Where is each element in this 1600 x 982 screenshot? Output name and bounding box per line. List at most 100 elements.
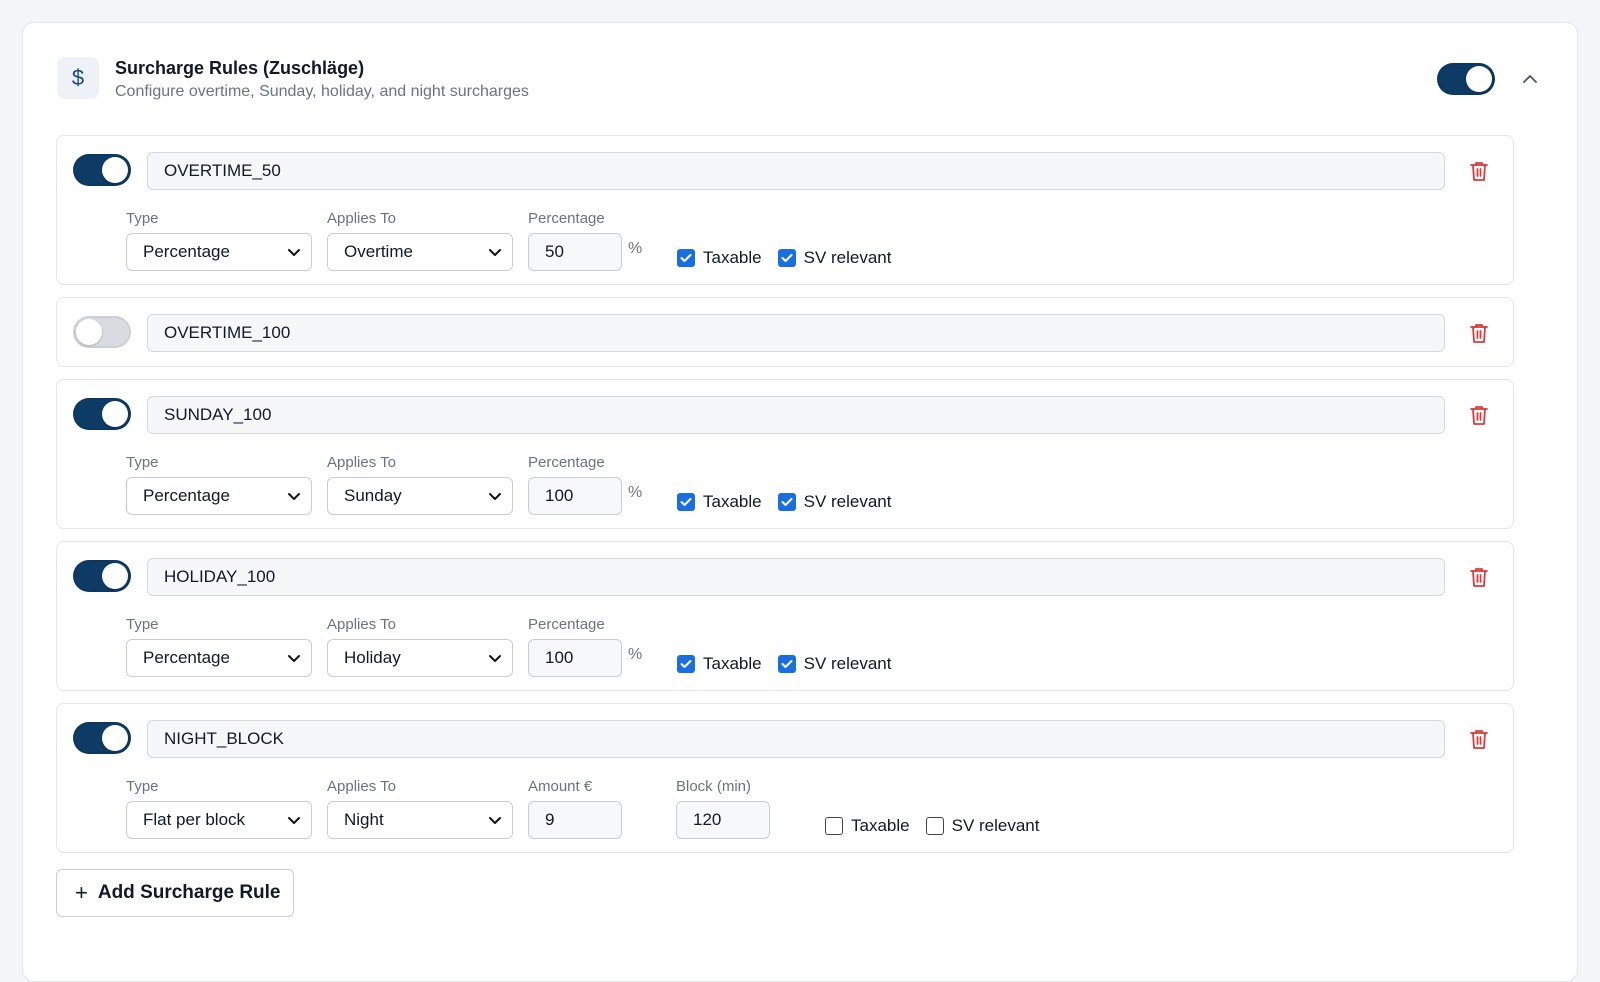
checkbox-box [925, 817, 944, 835]
trash-icon[interactable] [1469, 322, 1489, 344]
chevron-down-icon [287, 810, 301, 830]
rule-enabled-toggle[interactable] [73, 154, 131, 186]
checkbox-check-icon [777, 655, 796, 673]
toggle-knob [76, 319, 102, 345]
sv-relevant-checkbox[interactable]: SV relevant [925, 816, 1040, 836]
type-select[interactable]: Flat per block [126, 801, 312, 839]
percent-sign: % [628, 240, 643, 257]
chevron-up-icon[interactable] [1517, 66, 1543, 92]
plus-icon: + [75, 880, 88, 905]
sv-relevant-checkbox[interactable]: SV relevant [777, 492, 892, 512]
rule-name-input[interactable]: SUNDAY_100 [147, 396, 1445, 434]
toggle-knob [102, 725, 128, 751]
applies-to-label: Applies To [327, 778, 396, 795]
taxable-label: Taxable [851, 816, 910, 835]
taxable-checkbox[interactable]: Taxable [677, 654, 762, 674]
percentage-input[interactable]: 50 [528, 233, 622, 271]
applies-to-field: Applies To Night [327, 778, 513, 839]
block-label: Block (min) [676, 778, 752, 795]
chevron-down-icon [488, 648, 502, 668]
taxable-checkbox[interactable]: Taxable [677, 248, 762, 268]
rule-enabled-toggle[interactable] [73, 722, 131, 754]
type-field: Type Percentage [126, 616, 312, 677]
chevron-down-icon [488, 810, 502, 830]
sv-relevant-checkbox[interactable]: SV relevant [777, 248, 892, 268]
applies-to-select-value: Holiday [344, 648, 401, 667]
trash-icon[interactable] [1469, 160, 1489, 182]
percentage-field: Percentage 100 [528, 616, 622, 677]
sv-relevant-label: SV relevant [803, 248, 892, 267]
type-field: Type Percentage [126, 454, 312, 515]
block-input[interactable]: 120 [676, 801, 770, 839]
percentage-field: Percentage 50 [528, 210, 622, 271]
trash-icon[interactable] [1469, 404, 1489, 426]
flags-group: Taxable SV relevant [677, 492, 908, 512]
taxable-checkbox[interactable]: Taxable [677, 492, 762, 512]
surcharges-enabled-toggle[interactable] [1437, 63, 1495, 95]
rule-enabled-toggle[interactable] [73, 560, 131, 592]
amount-label: Amount € [528, 778, 593, 795]
amount-input[interactable]: 9 [528, 801, 622, 839]
trash-icon[interactable] [1469, 728, 1489, 750]
rule-name-input[interactable]: HOLIDAY_100 [147, 558, 1445, 596]
percentage-label: Percentage [528, 210, 605, 227]
percentage-label: Percentage [528, 454, 605, 471]
toggle-knob [102, 401, 128, 427]
add-button-label: Add Surcharge Rule [97, 882, 281, 903]
percentage-input[interactable]: 100 [528, 639, 622, 677]
sv-relevant-checkbox[interactable]: SV relevant [777, 654, 892, 674]
rule-night-block: NIGHT_BLOCK Type Flat per block Applies … [56, 703, 1514, 853]
percentage-label: Percentage [528, 616, 605, 633]
sv-relevant-label: SV relevant [951, 816, 1040, 835]
toggle-knob [1466, 66, 1492, 92]
flags-group: Taxable SV relevant [825, 816, 1056, 836]
percent-sign: % [628, 646, 643, 663]
flags-group: Taxable SV relevant [677, 654, 908, 674]
type-label: Type [126, 616, 159, 633]
rule-enabled-toggle[interactable] [73, 398, 131, 430]
applies-to-select[interactable]: Overtime [327, 233, 513, 271]
rule-name-input[interactable]: NIGHT_BLOCK [147, 720, 1445, 758]
trash-icon[interactable] [1469, 566, 1489, 588]
percentage-field: Percentage 100 [528, 454, 622, 515]
taxable-checkbox[interactable]: Taxable [825, 816, 910, 836]
rule-holiday-100: HOLIDAY_100 Type Percentage Applies To H… [56, 541, 1514, 691]
rule-name-input[interactable]: OVERTIME_100 [147, 314, 1445, 352]
applies-to-select[interactable]: Sunday [327, 477, 513, 515]
checkbox-check-icon [677, 655, 695, 673]
type-select[interactable]: Percentage [126, 233, 312, 271]
type-select[interactable]: Percentage [126, 477, 312, 515]
type-select-value: Flat per block [143, 810, 246, 829]
dollar-icon: $ [57, 57, 99, 99]
applies-to-label: Applies To [327, 210, 396, 227]
chevron-down-icon [488, 242, 502, 262]
applies-to-field: Applies To Holiday [327, 616, 513, 677]
rule-sunday-100: SUNDAY_100 Type Percentage Applies To Su… [56, 379, 1514, 529]
sv-relevant-label: SV relevant [803, 492, 892, 511]
percent-sign: % [628, 484, 643, 501]
rule-enabled-toggle[interactable] [73, 316, 131, 348]
percentage-input[interactable]: 100 [528, 477, 622, 515]
type-field: Type Flat per block [126, 778, 312, 839]
applies-to-select[interactable]: Holiday [327, 639, 513, 677]
rule-overtime-50: OVERTIME_50 Type Percentage Applies To O… [56, 135, 1514, 285]
chevron-down-icon [287, 242, 301, 262]
applies-to-field: Applies To Sunday [327, 454, 513, 515]
applies-to-select-value: Overtime [344, 242, 413, 261]
type-label: Type [126, 778, 159, 795]
applies-to-select-value: Night [344, 810, 384, 829]
add-surcharge-rule-button[interactable]: + Add Surcharge Rule [56, 869, 294, 917]
type-select[interactable]: Percentage [126, 639, 312, 677]
type-field: Type Percentage [126, 210, 312, 271]
rule-overtime-100: OVERTIME_100 [56, 297, 1514, 367]
type-select-value: Percentage [143, 242, 230, 261]
sv-relevant-label: SV relevant [803, 654, 892, 673]
applies-to-select-value: Sunday [344, 486, 402, 505]
card-header: $ Surcharge Rules (Zuschläge) Configure … [57, 57, 1543, 117]
chevron-down-icon [488, 486, 502, 506]
card-subtitle: Configure overtime, Sunday, holiday, and… [115, 83, 529, 100]
block-field: Block (min) 120 [676, 778, 770, 839]
type-select-value: Percentage [143, 486, 230, 505]
applies-to-select[interactable]: Night [327, 801, 513, 839]
rule-name-input[interactable]: OVERTIME_50 [147, 152, 1445, 190]
